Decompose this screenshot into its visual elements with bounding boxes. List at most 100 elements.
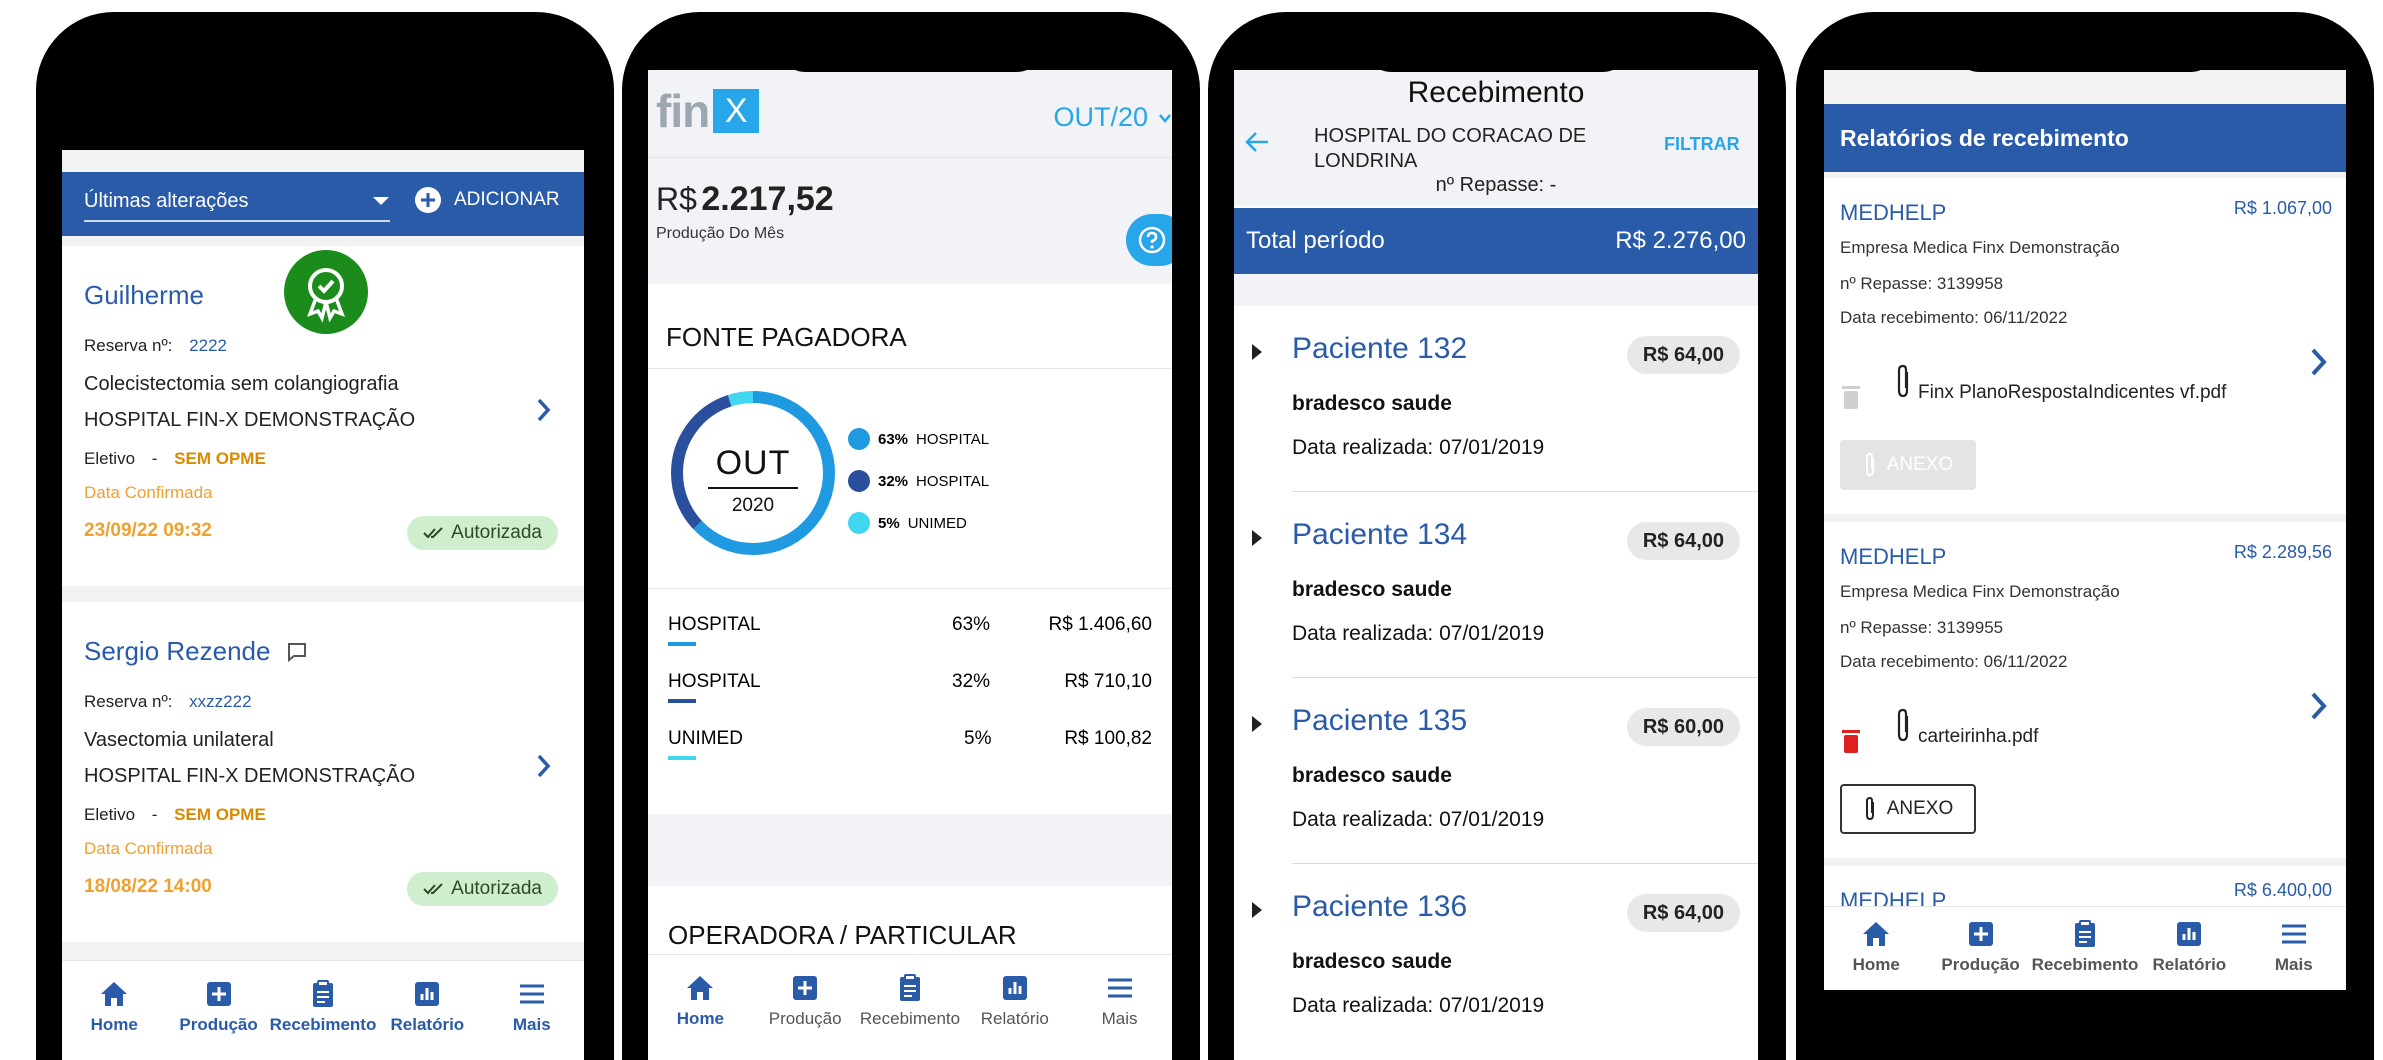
patient-name-row: Sergio Rezende <box>84 636 308 667</box>
chevron-right-icon[interactable] <box>2308 690 2330 722</box>
nav-mais-label: Mais <box>512 1015 551 1034</box>
nav-home[interactable]: Home <box>648 973 753 1029</box>
attachment-filename[interactable]: carteirinha.pdf <box>1918 726 2038 748</box>
nav-home-label: Home <box>90 1015 138 1034</box>
report-card[interactable]: MEDHELP R$ 1.067,00 Empresa Medica Finx … <box>1824 178 2346 514</box>
patient-item[interactable]: Paciente 136 R$ 64,00 bradesco saude Dat… <box>1234 864 1758 1050</box>
payer-value: R$ 1.406,60 <box>1048 614 1152 635</box>
separator: - <box>151 449 158 468</box>
month-value: OUT/20 <box>1053 102 1148 132</box>
health-plan: bradesco saude <box>1292 392 1452 415</box>
trash-icon[interactable] <box>1840 384 1862 410</box>
nav-home[interactable]: Home <box>1824 919 1928 975</box>
legend-label: UNIMED <box>907 514 967 532</box>
payer-name: UNIMED <box>668 728 743 749</box>
menu-icon <box>2281 924 2306 944</box>
attachment-filename[interactable]: Finx PlanoRespostaIndicentes vf.pdf <box>1918 382 2226 404</box>
trash-icon[interactable] <box>1840 728 1862 754</box>
total-bar: Total período R$ 2.276,00 <box>1234 208 1758 274</box>
chevron-right-icon[interactable] <box>534 752 554 780</box>
nav-relatorio[interactable]: Relatório <box>962 973 1067 1029</box>
filter-button[interactable]: FILTRAR <box>1664 134 1740 155</box>
procedure-date: Data realizada: 07/01/2019 <box>1292 622 1545 645</box>
payer-row[interactable]: UNIMED 5% R$ 100,82 <box>668 728 1152 768</box>
nav-home-label: Home <box>1852 955 1900 974</box>
nav-producao-label: Produção <box>768 1009 842 1028</box>
filter-label: Últimas alterações <box>84 189 249 212</box>
patient-name: Paciente 134 <box>1292 518 1468 551</box>
add-button[interactable]: ADICIONAR <box>414 186 560 214</box>
paperclip-icon <box>1865 452 1874 477</box>
donut-year: 2020 <box>731 495 775 516</box>
date-confirmed-label: Data Confirmada <box>84 483 213 502</box>
nav-producao[interactable]: Produção <box>753 973 858 1029</box>
nav-relatorio[interactable]: Relatório <box>2137 919 2241 975</box>
patient-item[interactable]: Paciente 135 R$ 60,00 bradesco saude Dat… <box>1234 678 1758 864</box>
reserva-number: 2222 <box>189 336 227 355</box>
legend-dot <box>848 512 870 534</box>
report-card[interactable]: MEDHELP R$ 2.289,56 Empresa Medica Finx … <box>1824 522 2346 858</box>
nav-relatorio[interactable]: Relatório <box>375 979 479 1035</box>
top-header: Recebimento HOSPITAL DO CORACAO DE LONDR… <box>1234 70 1758 206</box>
surgery-card[interactable]: Sergio Rezende Reserva nº: xxzz222 Vasec… <box>62 602 584 942</box>
header-title: Relatórios de recebimento <box>1840 124 2129 151</box>
donut-center: OUT 2020 <box>668 444 838 517</box>
surgery-card[interactable]: Guilherme Reserva nº: 2222 Colecistectom… <box>62 246 584 586</box>
menu-icon <box>1107 978 1132 998</box>
anexo-label: ANEXO <box>1886 798 1954 819</box>
hospital: HOSPITAL FIN-X DEMONSTRAÇÃO <box>84 409 416 431</box>
report-card[interactable]: MEDHELP R$ 6.400,00 <box>1824 866 2346 906</box>
legend-pct: 5% <box>878 514 900 532</box>
nav-producao[interactable]: Produção <box>166 979 270 1035</box>
nav-mais[interactable]: Mais <box>2242 919 2346 975</box>
patient-item[interactable]: Paciente 134 R$ 64,00 bradesco saude Dat… <box>1234 492 1758 678</box>
filter-dropdown[interactable]: Últimas alterações <box>84 182 390 222</box>
payer-pct: 32% <box>952 671 991 692</box>
payer-name: HOSPITAL <box>668 671 761 692</box>
phone-notch <box>776 12 1046 72</box>
nav-mais[interactable]: Mais <box>1067 973 1172 1029</box>
logo-text: fin <box>656 85 710 137</box>
patient-name: Sergio Rezende <box>84 636 271 666</box>
nav-recebimento-label: Recebimento <box>269 1015 377 1034</box>
paperclip-icon <box>1865 796 1874 821</box>
reserva-number: xxzz222 <box>189 692 252 711</box>
payer-row[interactable]: HOSPITAL 32% R$ 710,10 <box>668 671 1152 711</box>
value-pill: R$ 64,00 <box>1626 522 1740 560</box>
bar-chart-icon <box>1002 976 1027 1000</box>
patient-name: Paciente 132 <box>1292 332 1468 365</box>
nav-producao[interactable]: Produção <box>1928 919 2032 975</box>
month-selector[interactable]: OUT/20 <box>1053 102 1172 133</box>
anexo-button[interactable]: ANEXO <box>1840 784 1976 834</box>
anexo-button[interactable]: ANEXO <box>1840 440 1976 490</box>
add-label: ADICIONAR <box>454 189 560 210</box>
home-icon <box>687 976 714 1000</box>
screen-recebimento: Recebimento HOSPITAL DO CORACAO DE LONDR… <box>1234 70 1758 1060</box>
divider <box>648 588 1172 589</box>
screen-producao: fin X OUT/20 R$ 2.217,52 Produção Do Mês… <box>648 70 1172 1060</box>
donut-divider <box>708 487 798 489</box>
nav-mais[interactable]: Mais <box>480 979 584 1035</box>
nav-producao-label: Produção <box>179 1015 258 1034</box>
nav-mais-label: Mais <box>1101 1009 1138 1028</box>
separator: - <box>151 805 158 824</box>
nav-recebimento[interactable]: Recebimento <box>858 973 963 1029</box>
back-arrow-icon[interactable] <box>1244 130 1270 154</box>
help-button[interactable] <box>1126 214 1172 266</box>
nav-recebimento[interactable]: Recebimento <box>2032 919 2138 975</box>
chevron-right-icon[interactable] <box>534 396 554 424</box>
chevron-right-icon[interactable] <box>2308 346 2330 378</box>
value-pill: R$ 64,00 <box>1626 894 1740 932</box>
payer-row[interactable]: HOSPITAL 63% R$ 1.406,60 <box>668 614 1152 654</box>
patient-item[interactable]: Paciente 132 R$ 64,00 bradesco saude Dat… <box>1234 306 1758 492</box>
report-repasse: nº Repasse: 3139955 <box>1840 618 2004 637</box>
nav-producao-label: Produção <box>1941 955 2020 974</box>
amount-caption: Produção Do Mês <box>656 225 785 242</box>
payer-pct: 5% <box>964 728 992 749</box>
plus-square-icon <box>1968 922 1993 946</box>
total-label: Total período <box>1246 227 1385 254</box>
comment-icon[interactable] <box>286 641 308 663</box>
nav-home[interactable]: Home <box>62 979 166 1035</box>
procedure: Vasectomia unilateral <box>84 729 274 751</box>
nav-recebimento[interactable]: Recebimento <box>269 979 377 1035</box>
